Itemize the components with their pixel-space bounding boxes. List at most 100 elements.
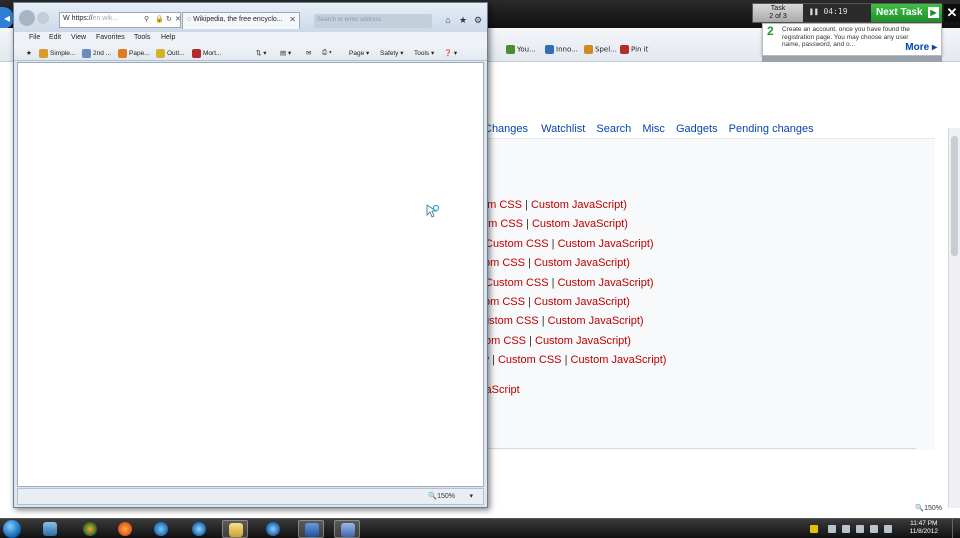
start-button[interactable] <box>3 520 21 538</box>
taskbar-app-media-player[interactable] <box>77 520 103 538</box>
custom-javascript-link[interactable]: Custom JavaScript) <box>534 257 630 269</box>
tab-wikipedia[interactable]: ◌ Wikipedia, the free encyclo... ✕ <box>182 12 300 29</box>
favorite-icon <box>506 45 515 54</box>
menu-view[interactable]: View <box>71 34 86 41</box>
battery-icon[interactable] <box>856 525 864 533</box>
favorite-link[interactable]: Mort... <box>192 49 221 58</box>
favorite-link[interactable]: Inno... <box>545 45 578 54</box>
close-tab-icon[interactable]: ✕ <box>289 15 296 24</box>
custom-css-link[interactable]: Custom CSS <box>498 354 562 366</box>
favorites-folder-icon[interactable]: ★ <box>26 49 32 57</box>
favorites-star-icon[interactable]: ★ <box>457 14 469 26</box>
word-icon <box>305 523 319 537</box>
custom-javascript-link[interactable]: Custom JavaScript) <box>571 354 667 366</box>
tab-search[interactable]: Search <box>596 123 631 135</box>
custom-css-link[interactable]: om CSS <box>484 296 525 308</box>
task-timer: ❚❚ 04:19 <box>809 7 848 16</box>
separator: | <box>488 354 498 367</box>
custom-css-link[interactable]: ustom CSS <box>483 315 539 327</box>
gear-icon[interactable]: ⚙ <box>472 14 484 26</box>
custom-javascript-link[interactable]: Custom JavaScript) <box>558 277 654 289</box>
network-icon[interactable] <box>842 525 850 533</box>
flag-icon[interactable] <box>810 525 818 533</box>
read-mail-icon[interactable]: ▤ ▾ <box>280 49 291 57</box>
page-content-blank[interactable] <box>17 62 484 487</box>
taskbar-app-media[interactable] <box>37 520 63 538</box>
feeds-icon[interactable]: ⇅ ▾ <box>256 49 267 57</box>
favorite-link[interactable]: Spel... <box>584 45 617 54</box>
more-link[interactable]: More ▸ <box>905 42 937 53</box>
custom-javascript-link[interactable]: Custom JavaScript) <box>531 199 627 211</box>
custom-css-link[interactable]: Custom CSS <box>485 238 549 250</box>
search-box[interactable]: Search or enter address <box>314 14 432 28</box>
volume-icon[interactable] <box>870 525 878 533</box>
favorite-link[interactable]: 2nd ... <box>82 49 111 58</box>
taskbar-app-ie[interactable] <box>148 520 174 538</box>
ie-icon <box>266 522 280 536</box>
close-icon[interactable]: ✕ <box>944 4 960 22</box>
tab-pending-changes[interactable]: Pending changes <box>729 123 814 135</box>
tab-misc[interactable]: Misc <box>642 123 665 135</box>
help-icon[interactable]: ❓ ▾ <box>444 49 457 57</box>
custom-javascript-link[interactable]: Custom JavaScript) <box>558 238 654 250</box>
print-icon[interactable]: ⎙ ▾ <box>322 49 332 57</box>
tools-menu[interactable]: Tools ▾ <box>414 49 434 57</box>
stop-icon[interactable]: ✕ <box>175 15 180 23</box>
pause-icon[interactable]: ❚❚ <box>809 7 823 16</box>
favorite-icon <box>156 49 165 58</box>
zoom-level[interactable]: 🔍150% <box>428 492 455 500</box>
favorite-link[interactable]: Outl... <box>156 49 184 58</box>
home-icon[interactable]: ⌂ <box>442 14 454 26</box>
zoom-dropdown-icon[interactable]: ▾ <box>469 492 473 500</box>
mail-icon[interactable]: ✉ <box>306 49 311 57</box>
tab-watchlist[interactable]: Watchlist <box>541 123 585 135</box>
favorite-link[interactable]: Pape... <box>118 49 150 58</box>
page-scrollbar[interactable] <box>948 128 960 508</box>
next-task-button[interactable]: Next Task ▶ <box>871 4 942 22</box>
safety-menu[interactable]: Safety ▾ <box>380 49 404 57</box>
notification-icon[interactable] <box>884 525 892 533</box>
taskbar-app-firefox[interactable] <box>112 520 138 538</box>
scrollbar-thumb[interactable] <box>951 136 958 256</box>
lock-icon[interactable]: 🔒 <box>155 15 164 23</box>
ie-icon <box>154 522 168 536</box>
custom-javascript-link[interactable]: Custom JavaScript) <box>532 218 628 230</box>
favorite-link[interactable]: Simple... <box>39 49 75 58</box>
menu-favorites[interactable]: Favorites <box>96 34 125 41</box>
back-button[interactable] <box>19 10 35 26</box>
favorite-icon <box>192 49 201 58</box>
menu-file[interactable]: File <box>29 34 40 41</box>
menu-help[interactable]: Help <box>161 34 175 41</box>
tab-gadgets[interactable]: Gadgets <box>676 123 718 135</box>
custom-css-link[interactable]: om CSS <box>482 218 523 230</box>
forward-button[interactable] <box>37 12 49 24</box>
taskbar-app-word[interactable] <box>298 520 324 538</box>
taskbar-app-explorer[interactable] <box>222 520 248 538</box>
menu-tools[interactable]: Tools <box>134 34 150 41</box>
custom-css-link[interactable]: Custom CSS <box>485 277 549 289</box>
arrow-up-icon[interactable] <box>828 525 836 533</box>
skin-row: om CSS | Custom JavaScript) <box>484 257 630 269</box>
background-zoom-level[interactable]: 🔍150% <box>800 504 948 517</box>
refresh-icon[interactable]: ↻ <box>166 15 172 23</box>
clock[interactable]: 11:47 PM 11/8/2012 <box>910 520 938 536</box>
separator: | <box>548 276 558 289</box>
menu-edit[interactable]: Edit <box>49 34 61 41</box>
custom-javascript-link[interactable]: Custom JavaScript) <box>548 315 644 327</box>
favorite-icon <box>39 49 48 58</box>
taskbar-app-ie-2[interactable] <box>186 520 212 538</box>
favorite-icon <box>545 45 554 54</box>
favorite-link[interactable]: You... <box>506 45 536 54</box>
custom-css-link[interactable]: om CSS <box>484 257 525 269</box>
taskbar-app-document[interactable] <box>334 520 360 538</box>
tab-changes[interactable]: Changes <box>484 123 528 135</box>
custom-css-link[interactable]: tom CSS <box>482 335 526 347</box>
search-icon[interactable]: ⚲ <box>144 15 149 23</box>
address-bar[interactable]: W https://en.wik... ⚲ 🔒 ↻ ✕ <box>59 12 181 28</box>
custom-javascript-link[interactable]: Custom JavaScript) <box>535 335 631 347</box>
taskbar-app-ie-3[interactable] <box>260 520 286 538</box>
favorite-link[interactable]: Pin it <box>620 45 648 54</box>
custom-javascript-link[interactable]: Custom JavaScript) <box>534 296 630 308</box>
page-menu[interactable]: Page ▾ <box>349 49 369 57</box>
show-desktop-button[interactable] <box>952 519 960 538</box>
